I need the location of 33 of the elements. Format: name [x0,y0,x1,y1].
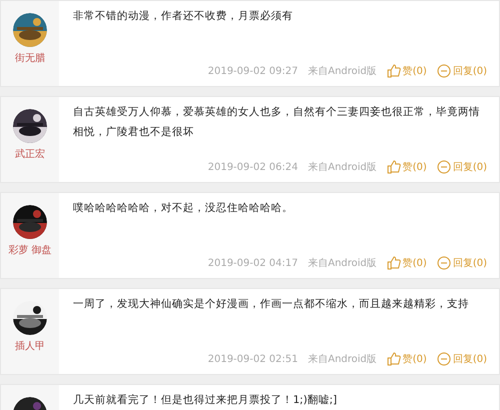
comment-text: 非常不错的动漫，作者还不收费，月票必须有 [73,9,294,24]
like-button[interactable]: 赞(0) [386,256,427,270]
username[interactable]: 插人甲 [15,339,45,353]
comment-text: 噗哈哈哈哈哈哈，对不起，没忍住哈哈哈哈。 [73,201,294,216]
like-button[interactable]: 赞(0) [386,352,427,366]
source-label: 来自Android版 [308,256,377,270]
comment-text: 一周了，发现大神仙确实是个好漫画，作画一点都不缩水，而且越来越精彩，支持 [73,297,470,312]
thumbs-up-icon [386,352,401,366]
reply-button[interactable]: 回复(0) [436,64,487,78]
comment-icon [436,160,451,174]
comment-icon [436,352,451,366]
reply-button[interactable]: 回复(0) [436,352,487,366]
comment-text: 自古英雄受万人仰慕，爱慕英雄的女人也多，自然有个三妻四妾也很正常，毕竟两情相悦，广陵君也不是很坏 [73,105,481,140]
comment-text: 几天前就看完了！但是也得过来把月票投了！1;)翻嘘;] [73,393,338,408]
timestamp: 2019-09-02 06:24 [208,162,298,172]
timestamp: 2019-09-02 02:51 [208,354,298,364]
source-label: 来自Android版 [308,160,377,174]
reply-button[interactable]: 回复(0) [436,160,487,174]
timestamp: 2019-09-02 04:17 [208,258,298,268]
thumbs-up-icon [386,256,401,270]
like-button[interactable]: 赞(0) [386,64,427,78]
username[interactable]: 街无腊 [15,51,45,65]
thumbs-up-icon [386,160,401,174]
reply-button[interactable]: 回复(0) [436,256,487,270]
timestamp: 2019-09-02 09:27 [208,66,298,76]
thumbs-up-icon [386,64,401,78]
like-button[interactable]: 赞(0) [386,160,427,174]
comment-icon [436,64,451,78]
username[interactable]: 彩萝 御盘 [8,243,52,257]
source-label: 来自Android版 [308,352,377,366]
source-label: 来自Android版 [308,64,377,78]
username[interactable]: 武正宏 [15,147,45,161]
comment-icon [436,256,451,270]
